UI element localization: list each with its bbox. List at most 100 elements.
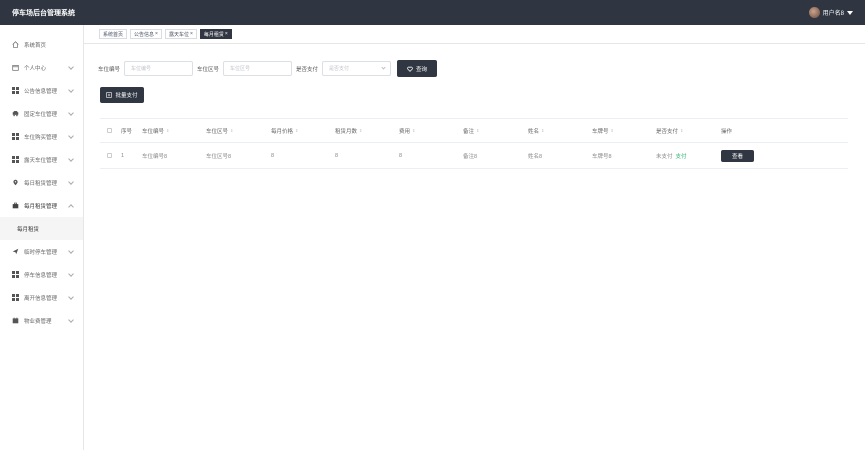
chevron-down-icon [68,132,74,139]
sidebar-item-label: 物业费管理 [24,318,52,325]
header-fee: 费用 [399,128,411,135]
sidebar-item-label: 公告信息管理 [24,88,58,95]
header-cell: 序号 [121,127,142,135]
batch-pay-label: 批量支付 [115,93,138,99]
sidebar-item-label: 临时停车管理 [24,249,58,256]
sidebar-item-temp-parking[interactable]: 临时停车管理 [0,240,83,263]
sidebar-item-leave-info[interactable]: 离开信息管理 [0,286,83,309]
table-cell: 车牌号8 [592,153,612,160]
chevron-down-icon [68,86,74,93]
table-cell: 车位区号8 [206,153,232,160]
main-content: 系统首页 公告信息 × 露天车位 × 每月租赁 × 车位编号 车位编号 车位区号… [84,25,865,450]
paid-status-placeholder: 是否支付 [329,66,350,72]
sort-icon[interactable]: ⇕ [230,128,233,133]
sidebar: 系统首页 个人中心 公告信息管理 固定车位管理 车位购买管理 露天车位管理 每日… [0,25,84,450]
sidebar-item-monthly-rent[interactable]: 每月租赁管理 [0,194,83,217]
row-select-cell[interactable] [100,153,121,158]
sort-icon[interactable]: ⇕ [680,128,683,133]
sidebar-item-outdoor[interactable]: 露天车位管理 [0,148,83,171]
tag-outdoor[interactable]: 露天车位 × [164,29,197,39]
header-cell[interactable]: 是否支付 ⇕ [656,127,721,135]
parking-no-placeholder: 车位编号 [131,66,152,72]
sidebar-item-label: 每月租赁管理 [24,203,58,210]
sidebar-item-label: 停车信息管理 [24,272,58,279]
heart-icon [407,66,413,72]
close-icon[interactable]: × [155,31,158,37]
paid-status-label: 是否支付 [296,66,319,73]
tag-notice[interactable]: 公告信息 × [130,29,162,39]
header-parking-no: 车位编号 [142,128,165,135]
query-button[interactable]: 查询 [397,60,438,77]
header-cell[interactable]: 车位编号 ⇕ [142,127,206,135]
paid-status-select[interactable]: 是否支付 [322,61,392,76]
submenu-item-monthly-rent[interactable]: 每月租赁 [0,217,83,240]
chevron-down-icon [68,293,74,300]
grid-icon [12,271,19,278]
user-name[interactable]: 用户名8 [823,8,844,17]
select-all-checkbox[interactable] [107,128,112,133]
select-all-cell[interactable] [100,128,121,133]
grid-icon [12,133,19,140]
plus-square-icon [106,92,113,98]
parking-no-input[interactable]: 车位编号 [124,61,194,76]
sidebar-item-fixed-parking[interactable]: 固定车位管理 [0,102,83,125]
sidebar-item-parking-info[interactable]: 停车信息管理 [0,263,83,286]
batch-pay-button[interactable]: 批量支付 [100,87,144,103]
tag-home[interactable]: 系统首页 [99,29,128,39]
tag-label: 每月租赁 [203,31,224,38]
sidebar-item-purchase[interactable]: 车位购买管理 [0,125,83,148]
sort-icon[interactable]: ⇕ [295,128,298,133]
sort-icon[interactable]: ⇕ [476,128,479,133]
header-cell[interactable]: 备注 ⇕ [463,127,528,135]
search-form: 车位编号 车位编号 车位区号 车位区号 是否支付 是否支付 查询 [98,60,438,77]
sort-icon[interactable]: ⇕ [412,128,415,133]
chevron-down-icon [68,316,74,323]
grid-icon [12,87,19,94]
close-icon[interactable]: × [225,31,228,37]
tag-label: 公告信息 [134,31,155,38]
home-icon [12,41,19,48]
header-cell[interactable]: 每月价格 ⇕ [271,127,335,135]
sidebar-item-property-fee[interactable]: 物业费管理 [0,309,83,332]
sidebar-item-profile[interactable]: 个人中心 [0,56,83,79]
tag-monthly-rent[interactable]: 每月租赁 × [199,29,232,39]
sidebar-item-label: 系统首页 [24,42,47,49]
chevron-down-icon [68,155,74,162]
sort-icon[interactable]: ⇕ [541,128,544,133]
sort-icon[interactable]: ⇕ [611,128,614,133]
view-button[interactable]: 查看 [721,149,754,162]
sidebar-item-label: 离开信息管理 [24,295,58,302]
car-icon [12,110,19,117]
header-cell[interactable]: 租赁月数 ⇕ [335,127,399,135]
calendar-icon [12,64,19,71]
sidebar-item-label: 个人中心 [24,65,47,72]
avatar[interactable] [808,7,820,18]
header-plate: 车牌号 [592,128,609,135]
header-cell[interactable]: 车位区号 ⇕ [206,127,271,135]
app-title: 停车场后台管理系统 [12,9,75,17]
row-checkbox[interactable] [107,153,112,158]
header-cell[interactable]: 车牌号 ⇕ [592,127,656,135]
sort-icon[interactable]: ⇕ [166,128,169,133]
table-cell: 8 [335,152,339,159]
sidebar-item-home[interactable]: 系统首页 [0,33,83,56]
sidebar-item-daily-rent[interactable]: 每日租赁管理 [0,171,83,194]
sort-icon[interactable]: ⇕ [359,128,362,133]
tags-view: 系统首页 公告信息 × 露天车位 × 每月租赁 × [84,25,865,44]
caret-down-icon[interactable] [847,10,853,15]
tag-label: 系统首页 [103,31,124,38]
sidebar-item-notice[interactable]: 公告信息管理 [0,79,83,102]
header-cell[interactable]: 姓名 ⇕ [528,127,592,135]
header-cell[interactable]: 费用 ⇕ [399,127,463,135]
grid-icon [12,294,19,301]
chevron-down-icon [68,247,74,254]
table-cell: 备注8 [463,153,478,160]
user-menu[interactable]: 用户名8 [808,7,853,18]
zone-no-label: 车位区号 [197,66,220,73]
briefcase-icon [12,202,19,209]
close-icon[interactable]: × [190,31,193,37]
chevron-down-icon [68,63,74,70]
zone-no-input[interactable]: 车位区号 [223,61,293,76]
pay-link[interactable]: 支付 [676,152,687,160]
sidebar-item-label: 车位购买管理 [24,134,58,141]
